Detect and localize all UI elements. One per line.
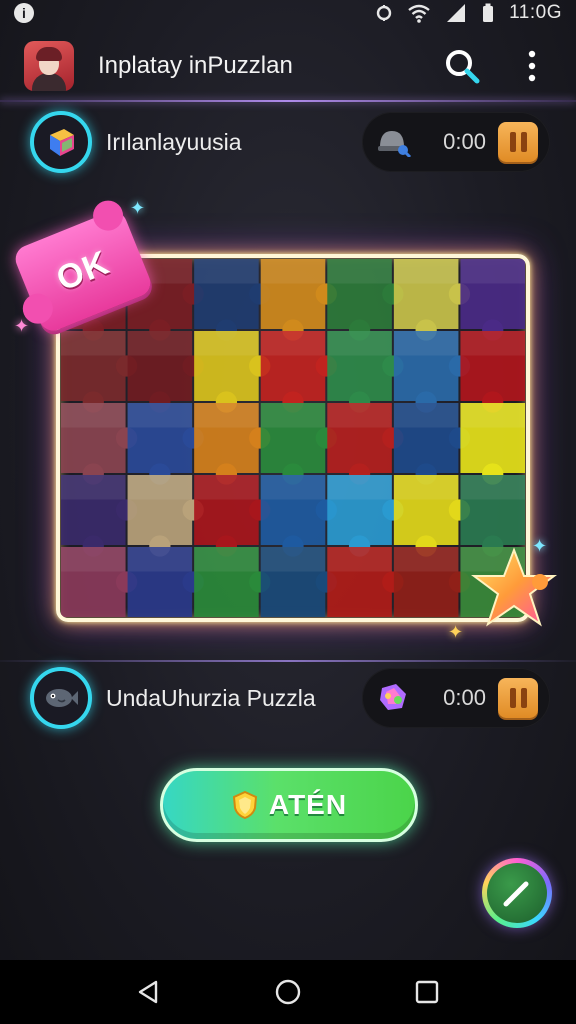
timer-value-1: 0:00 [443, 129, 486, 154]
cube-icon [50, 129, 74, 156]
player-avatar-2[interactable] [30, 667, 92, 729]
back-triangle-icon [139, 980, 158, 1004]
puzzle-piece[interactable] [61, 403, 138, 485]
puzzle-piece[interactable] [460, 403, 525, 485]
wifi-icon [408, 4, 430, 23]
status-clock: 11:0G [509, 2, 562, 23]
home-circle-icon [275, 979, 301, 1005]
puzzle-piece[interactable] [61, 331, 138, 413]
timer-value-2: 0:00 [443, 685, 486, 710]
signal-icon [447, 4, 466, 22]
app-bar: Inplatay inPuzzlan [0, 36, 576, 96]
section-divider [0, 660, 576, 662]
start-button[interactable]: ATÉN [160, 768, 418, 842]
more-options-button[interactable] [512, 46, 552, 86]
puzzle-piece[interactable] [393, 259, 471, 341]
candy-icon [380, 684, 406, 710]
puzzle-grid[interactable] [60, 258, 526, 618]
puzzle-piece[interactable] [260, 259, 337, 341]
puzzle-piece[interactable] [327, 259, 404, 341]
sparkle-icon: ✦ [14, 316, 30, 336]
puzzle-piece[interactable] [127, 331, 204, 413]
fish-icon [46, 689, 78, 707]
battery-icon [483, 3, 494, 22]
puzzle-piece[interactable] [127, 403, 204, 485]
puzzle-piece[interactable] [127, 547, 204, 617]
pause-button-1[interactable] [498, 122, 538, 162]
puzzle-piece[interactable] [327, 547, 404, 617]
nav-recents-button[interactable] [403, 968, 451, 1016]
search-icon [446, 50, 480, 84]
puzzle-piece[interactable] [260, 547, 337, 617]
puzzle-piece[interactable] [127, 475, 204, 557]
puzzle-piece[interactable] [260, 403, 337, 485]
puzzle-piece[interactable] [327, 331, 404, 413]
puzzle-piece[interactable] [393, 331, 471, 413]
player-name-2: UndaUhurzia Puzzla [106, 684, 316, 711]
helmet-icon [378, 131, 412, 157]
recents-square-icon [415, 980, 438, 1004]
pause-icon-bar [509, 688, 516, 708]
puzzle-board[interactable] [56, 254, 530, 622]
puzzle-piece[interactable] [194, 475, 271, 557]
app-logo [24, 41, 74, 91]
nav-back-button[interactable] [125, 968, 173, 1016]
puzzle-piece[interactable] [393, 403, 471, 485]
start-button-label: ATÉN [268, 789, 348, 820]
timer-panel-1: 0:00 [362, 112, 550, 172]
location-icon [376, 5, 392, 21]
player-row-1: Irılanlayuusia 0:00 [30, 110, 550, 174]
puzzle-piece[interactable] [460, 259, 525, 341]
puzzle-piece[interactable] [260, 331, 337, 413]
more-vert-icon [528, 50, 536, 82]
star-puzzle-piece[interactable] [470, 546, 560, 632]
shield-icon [232, 790, 257, 820]
status-bar: i 11:0G [0, 0, 576, 26]
pause-icon-bar [509, 132, 516, 152]
info-icon: i [14, 3, 34, 23]
pencil-icon [503, 881, 529, 907]
star-piece-icon [471, 547, 557, 627]
puzzle-piece[interactable] [460, 331, 525, 413]
puzzle-piece[interactable] [327, 475, 404, 557]
timer-panel-2: 0:00 [362, 668, 550, 728]
edit-fab[interactable] [482, 858, 552, 928]
puzzle-piece[interactable] [393, 547, 471, 617]
puzzle-piece[interactable] [61, 475, 138, 557]
puzzle-piece[interactable] [327, 403, 404, 485]
pause-icon-bar [520, 688, 527, 708]
nav-home-button[interactable] [264, 968, 312, 1016]
puzzle-piece[interactable] [194, 403, 271, 485]
sparkle-icon: ✦ [448, 622, 464, 642]
pause-button-2[interactable] [498, 678, 538, 718]
puzzle-piece[interactable] [194, 547, 271, 617]
puzzle-piece[interactable] [260, 475, 337, 557]
puzzle-piece[interactable] [61, 547, 138, 617]
header-divider [0, 100, 576, 102]
puzzle-piece[interactable] [194, 259, 271, 341]
pause-icon-bar [520, 132, 527, 152]
puzzle-piece[interactable] [194, 331, 271, 413]
puzzle-piece[interactable] [460, 475, 525, 557]
puzzle-piece[interactable] [393, 475, 471, 557]
app-title: Inplatay inPuzzlan [98, 52, 293, 79]
search-button[interactable] [442, 46, 482, 86]
player-name-1: Irılanlayuusia [106, 128, 242, 155]
player-row-2: UndaUhurzia Puzzla 0:00 [30, 666, 550, 730]
player-avatar-1[interactable] [30, 111, 92, 173]
sparkle-icon: ✦ [130, 198, 146, 218]
system-nav-bar [0, 960, 576, 1024]
